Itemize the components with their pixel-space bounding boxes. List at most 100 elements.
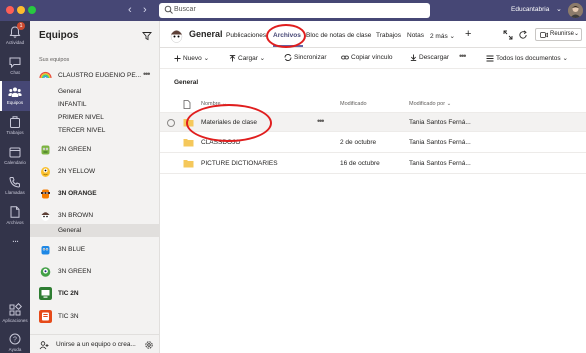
- meet-button[interactable]: Reunirse ⌄: [535, 28, 582, 41]
- rail-item-chat[interactable]: Chat: [0, 51, 30, 81]
- row-select-radio[interactable]: [167, 119, 175, 127]
- download-button[interactable]: Descargar: [410, 54, 449, 61]
- file-row[interactable]: PICTURE DICTIONARIES 16 de octubre Tania…: [160, 154, 586, 174]
- join-or-create-team[interactable]: Unirse a un equipo o crea...: [30, 334, 160, 353]
- upload-button[interactable]: Cargar ⌄: [229, 54, 265, 62]
- team-avatar: [170, 30, 183, 43]
- column-modified-by[interactable]: Modificado por ⌄: [409, 101, 451, 107]
- team-3n-brown[interactable]: 3N BROWN: [30, 208, 160, 224]
- team-name: CLAUSTRO EUGENIO PE...: [58, 72, 142, 79]
- team-name: 3N BLUE: [58, 246, 86, 253]
- files-toolbar: Nuevo ⌄ Cargar ⌄ Sincronizar Copiar vínc…: [160, 49, 586, 69]
- rail-label: Actividad: [5, 40, 25, 45]
- channel-tercer-nivel[interactable]: TERCER NIVEL: [30, 124, 160, 137]
- sync-icon: [284, 54, 292, 61]
- apps-icon: [9, 303, 22, 316]
- close-window-button[interactable]: [6, 6, 14, 14]
- chat-icon: [9, 57, 21, 69]
- list-view-icon: [486, 55, 494, 62]
- team-2n-yellow[interactable]: 2N YELLOW: [30, 164, 160, 180]
- channel-infantil[interactable]: INFANTIL: [30, 98, 160, 111]
- team-name: 3N BROWN: [58, 212, 94, 219]
- user-avatar[interactable]: [568, 3, 583, 18]
- rail-item-more[interactable]: ...: [0, 233, 30, 253]
- rail-item-calendar[interactable]: Calendario: [0, 141, 30, 171]
- maximize-window-button[interactable]: [28, 6, 36, 14]
- team-2n-green[interactable]: 2N GREEN: [30, 142, 160, 158]
- team-name: 3N ORANGE: [58, 190, 97, 197]
- channel-primer-nivel[interactable]: PRIMER NIVEL: [30, 111, 160, 124]
- file-row[interactable]: CLASSDOJO 2 de octubre Tania Santos Fern…: [160, 133, 586, 153]
- tab-more[interactable]: 2 más ⌄: [430, 32, 455, 40]
- rail-item-teams[interactable]: Equipos: [0, 81, 30, 111]
- folder-icon: [183, 160, 194, 168]
- channel-general[interactable]: General: [30, 85, 160, 98]
- channel-general-active[interactable]: General: [30, 224, 160, 237]
- rail-item-help[interactable]: ? Ayuda: [0, 328, 30, 353]
- tab-publicaciones[interactable]: Publicaciones: [226, 32, 266, 39]
- channel-name: INFANTIL: [58, 101, 87, 108]
- view-selector[interactable]: Todos los documentos ⌄: [486, 54, 568, 62]
- help-icon: ?: [9, 333, 21, 345]
- refresh-icon[interactable]: [518, 30, 528, 40]
- rail-item-activity[interactable]: 1 Actividad: [0, 21, 30, 51]
- file-row[interactable]: Materiales de clase ••• Tania Santos Fer…: [160, 112, 586, 132]
- orange-monster-avatar: [39, 187, 52, 200]
- row-more-icon[interactable]: •••: [317, 116, 325, 126]
- active-tab-indicator: [273, 45, 303, 47]
- rail-item-files[interactable]: Archivos: [0, 201, 30, 231]
- search-input[interactable]: Buscar: [159, 3, 430, 18]
- filter-icon[interactable]: [142, 31, 152, 41]
- file-modified: 2 de octubre: [340, 139, 377, 146]
- teams-sidebar: Equipos Sus equipos CLAUSTRO EUGENIO PE.…: [30, 21, 160, 353]
- rail-item-assignments[interactable]: Trabajos: [0, 111, 30, 141]
- column-name[interactable]: Nombre ⌄: [201, 101, 227, 107]
- team-3n-blue[interactable]: 3N BLUE: [30, 242, 160, 258]
- team-claustro[interactable]: CLAUSTRO EUGENIO PE... •••: [30, 68, 160, 84]
- org-name[interactable]: Educantabria: [511, 6, 549, 13]
- file-modified-by: Tania Santos Ferná...: [409, 160, 471, 167]
- channel-name: PRIMER NIVEL: [58, 114, 104, 121]
- video-camera-icon: [540, 32, 548, 38]
- tab-archivos[interactable]: Archivos: [273, 32, 301, 39]
- more-actions-icon[interactable]: •••: [459, 51, 467, 61]
- rail-item-apps[interactable]: Aplicaciones: [0, 299, 30, 329]
- team-3n-orange[interactable]: 3N ORANGE: [30, 186, 160, 202]
- tab-notas[interactable]: Notas: [407, 32, 424, 39]
- minimize-window-button[interactable]: [17, 6, 25, 14]
- tic-3n-avatar: [39, 310, 52, 323]
- copy-link-button[interactable]: Copiar vínculo: [341, 54, 393, 61]
- team-tic-2n[interactable]: TIC 2N: [30, 286, 160, 302]
- back-arrow-icon[interactable]: ‹: [128, 4, 132, 16]
- add-tab-button[interactable]: +: [465, 28, 471, 40]
- rail-item-calls[interactable]: Llamadas: [0, 171, 30, 201]
- sync-button[interactable]: Sincronizar: [284, 54, 327, 61]
- tab-trabajos[interactable]: Trabajos: [376, 32, 401, 39]
- expand-icon[interactable]: [503, 30, 513, 40]
- title-bar: ‹ › Buscar Educantabria ⌄: [0, 0, 586, 21]
- join-team-label: Unirse a un equipo o crea...: [56, 341, 136, 348]
- tab-bloc-de-notas[interactable]: Bloc de notas de clase: [306, 32, 371, 39]
- phone-icon: [9, 177, 20, 188]
- file-name[interactable]: CLASSDOJO: [201, 139, 240, 146]
- team-name: TIC 2N: [58, 290, 79, 297]
- team-3n-green[interactable]: 3N GREEN: [30, 264, 160, 280]
- new-button[interactable]: Nuevo ⌄: [174, 54, 209, 62]
- chevron-down-icon[interactable]: ⌄: [556, 5, 562, 13]
- breadcrumb[interactable]: General: [174, 79, 198, 86]
- team-tic-3n[interactable]: TIC 3N: [30, 309, 160, 325]
- file-name[interactable]: Materiales de clase: [201, 119, 257, 126]
- rainbow-team-avatar: [39, 69, 52, 82]
- channel-title: General: [189, 29, 223, 39]
- file-name[interactable]: PICTURE DICTIONARIES: [201, 160, 278, 167]
- more-options-icon[interactable]: •••: [143, 69, 151, 79]
- column-modified[interactable]: Modificado: [340, 101, 367, 107]
- yellow-monster-avatar: [39, 165, 52, 178]
- folder-icon: [183, 119, 194, 127]
- app-rail: 1 Actividad Chat Equipos Trabajos Calend…: [0, 21, 30, 353]
- gear-icon[interactable]: [144, 340, 154, 350]
- more-icon: ...: [11, 233, 19, 245]
- upload-label: Cargar: [238, 55, 258, 62]
- forward-arrow-icon[interactable]: ›: [143, 4, 147, 16]
- file-type-icon[interactable]: [183, 100, 191, 109]
